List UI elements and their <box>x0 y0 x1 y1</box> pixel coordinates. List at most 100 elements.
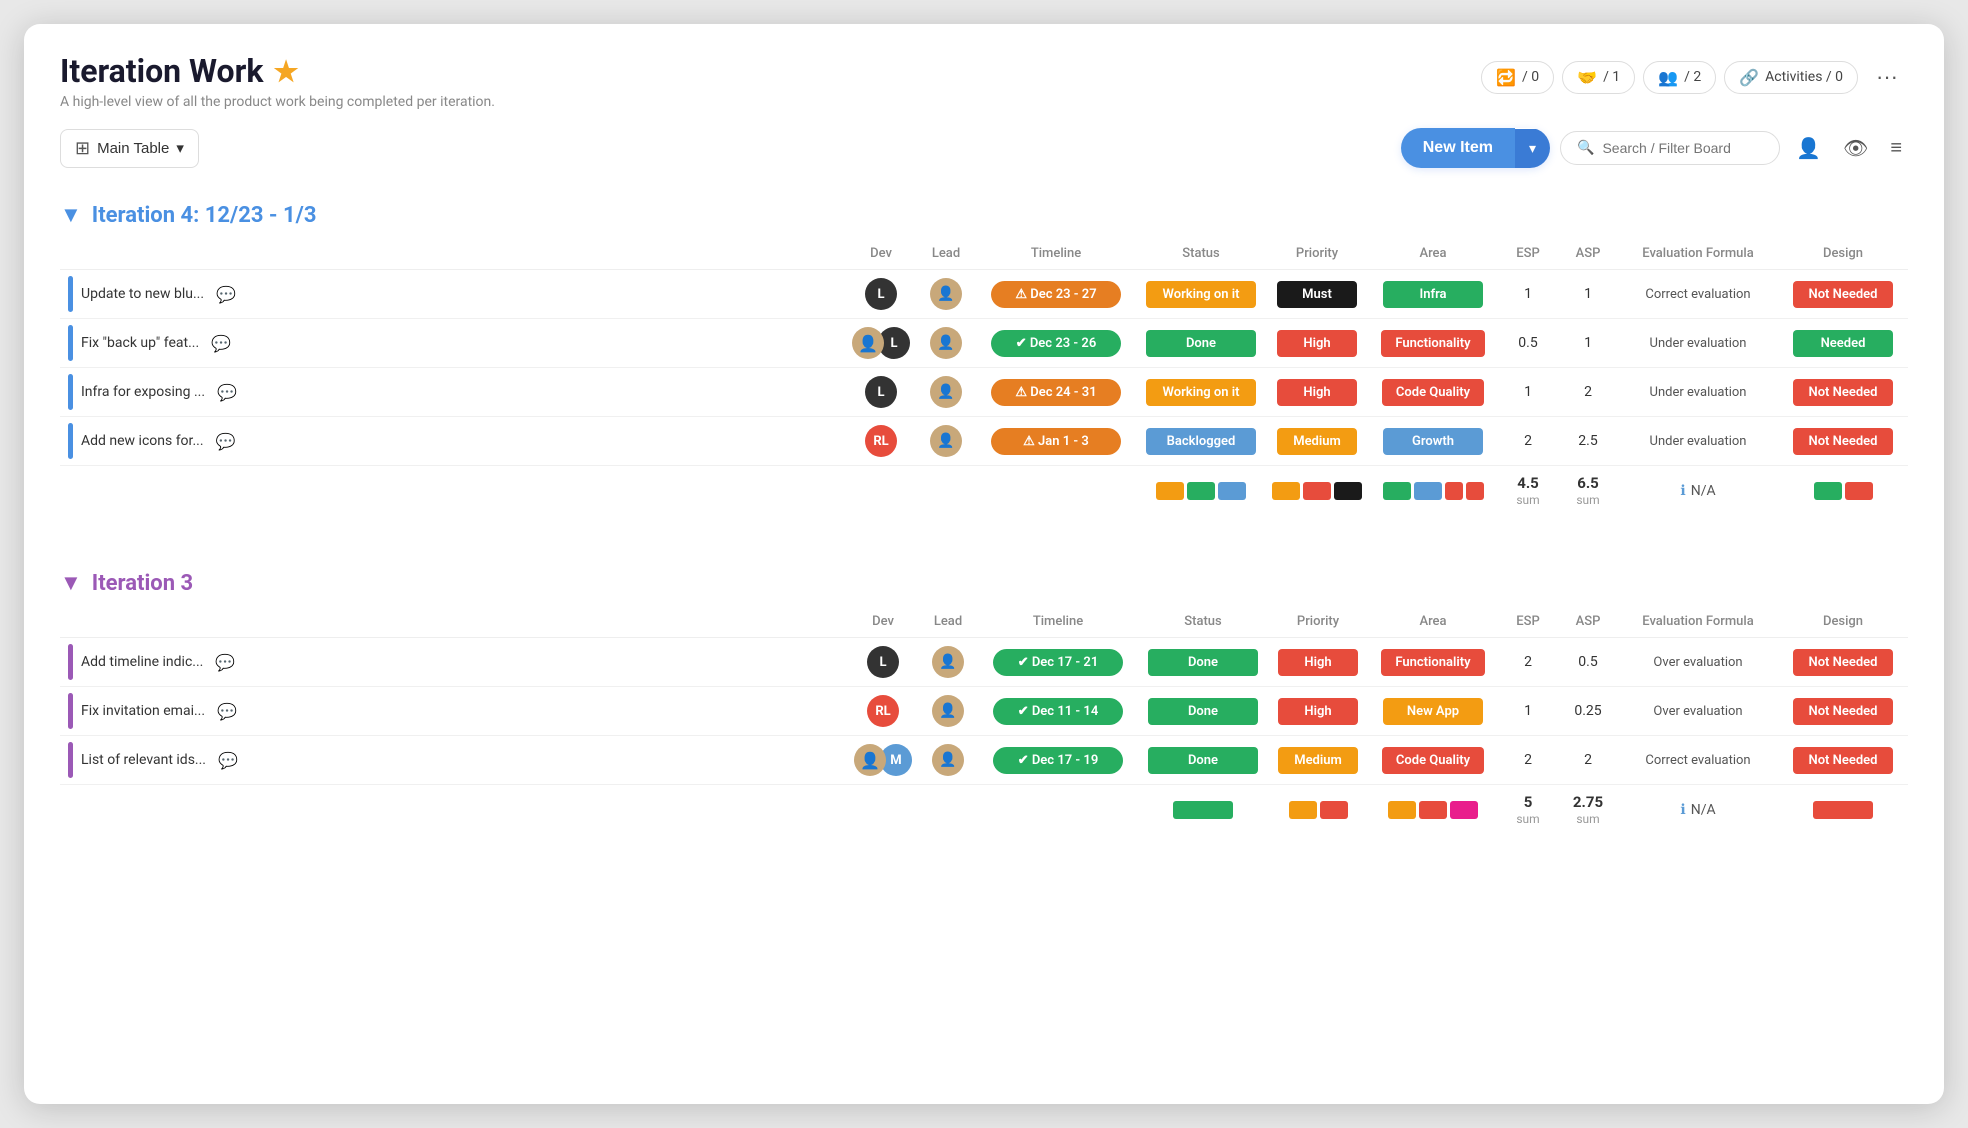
design-cell: Not Needed <box>1778 687 1908 736</box>
section-gap <box>60 516 1908 546</box>
status-pill: Done <box>1148 649 1258 676</box>
asp-sum-value: 2.75 <box>1564 793 1612 811</box>
design-pill: Not Needed <box>1793 649 1893 676</box>
col-header-asp: ASP <box>1558 606 1618 638</box>
priority-pill: Medium <box>1278 747 1358 774</box>
col-header-lead: Lead <box>918 606 978 638</box>
esp-sum-label: sum <box>1516 812 1539 826</box>
col-header-eval: Evaluation Formula <box>1618 238 1778 270</box>
avatar: 👤 <box>930 278 962 310</box>
dev-cell: RL <box>848 687 918 736</box>
members-badge[interactable]: 👥 / 2 <box>1643 61 1716 94</box>
sum-name <box>60 785 848 836</box>
new-item-dropdown-button[interactable]: ▾ <box>1515 129 1550 168</box>
color-block <box>1814 482 1842 500</box>
new-item-button-group: New Item ▾ <box>1401 128 1550 168</box>
row-name-text: Update to new blu... <box>81 286 204 302</box>
priority-pill: High <box>1277 330 1357 357</box>
lead-cell: 👤 <box>916 368 976 417</box>
search-box[interactable]: 🔍 <box>1560 131 1780 165</box>
col-header-eval: Evaluation Formula <box>1618 606 1778 638</box>
asp-cell: 1 <box>1558 270 1618 319</box>
sum-asp: 2.75 sum <box>1558 785 1618 836</box>
row-name-text: Infra for exposing ... <box>81 384 205 400</box>
col-header-priority: Priority <box>1266 238 1368 270</box>
comment-icon[interactable]: 💬 <box>216 432 236 451</box>
na-label: N/A <box>1691 483 1716 499</box>
col-header-esp: ESP <box>1498 606 1558 638</box>
priority-pill: Must <box>1277 281 1357 308</box>
new-item-button[interactable]: New Item <box>1401 128 1515 168</box>
iteration-3-header-row: Dev Lead Timeline Status Priority Area E… <box>60 606 1908 638</box>
search-icon: 🔍 <box>1577 140 1594 156</box>
sum-timeline <box>976 466 1136 517</box>
esp-cell: 2 <box>1498 736 1558 785</box>
integrations-count: / 1 <box>1603 69 1620 85</box>
design-pill: Not Needed <box>1793 281 1893 308</box>
row-name-text: Add timeline indic... <box>81 654 203 670</box>
row-bar <box>68 742 73 778</box>
sum-eval: ℹ N/A <box>1618 785 1778 836</box>
color-block <box>1156 482 1184 500</box>
color-block <box>1813 801 1873 819</box>
design-cell: Not Needed <box>1778 270 1908 319</box>
design-pill: Not Needed <box>1793 379 1893 406</box>
user-icon-button[interactable]: 👤 <box>1790 130 1827 167</box>
comment-icon[interactable]: 💬 <box>217 383 237 402</box>
page-title: Iteration Work <box>60 52 263 90</box>
area-cell: Code Quality <box>1368 368 1498 417</box>
avatar: RL <box>867 695 899 727</box>
color-block <box>1414 482 1442 500</box>
members-count: / 2 <box>1684 69 1701 85</box>
lead-cell: 👤 <box>918 687 978 736</box>
design-cell: Needed <box>1778 319 1908 368</box>
esp-sum-label: sum <box>1516 493 1539 507</box>
integrations-badge[interactable]: 🤝 / 1 <box>1562 61 1635 94</box>
table-row: Fix "back up" feat... 💬 👤 L <box>60 319 1908 368</box>
more-options-button[interactable]: ··· <box>1866 58 1908 96</box>
star-icon[interactable]: ★ <box>273 55 298 88</box>
page-title-row: Iteration Work ★ <box>60 52 495 90</box>
collapse-icon-3[interactable]: ▼ <box>60 570 82 596</box>
search-input[interactable] <box>1602 140 1763 156</box>
avatar: 👤 <box>930 425 962 457</box>
timeline-cell: ✔ Dec 17 - 19 <box>978 736 1138 785</box>
color-block <box>1450 801 1478 819</box>
comment-icon[interactable]: 💬 <box>215 653 235 672</box>
comment-icon[interactable]: 💬 <box>216 285 236 304</box>
sum-eval: ℹ N/A <box>1618 466 1778 517</box>
table-row: Add timeline indic... 💬 L 👤 <box>60 638 1908 687</box>
asp-sum-label: sum <box>1576 493 1599 507</box>
comment-icon[interactable]: 💬 <box>217 702 237 721</box>
col-header-area: Area <box>1368 606 1498 638</box>
timeline-cell: ⚠ Dec 23 - 27 <box>976 270 1136 319</box>
sum-row-3: 5 sum 2.75 sum ℹ N/A <box>60 785 1908 836</box>
avatar: 👤 <box>932 646 964 678</box>
row-bar <box>68 276 73 312</box>
iteration-4-header-row: Dev Lead Timeline Status Priority Area E… <box>60 238 1908 270</box>
activities-badge[interactable]: 🔗 Activities / 0 <box>1724 61 1858 94</box>
iteration-3-header: ▼ Iteration 3 <box>60 570 1908 596</box>
row-bar <box>68 325 73 361</box>
main-table-button[interactable]: ⊞ Main Table ▾ <box>60 129 199 168</box>
asp-cell: 0.5 <box>1558 638 1618 687</box>
comments-badge[interactable]: 🔁 / 0 <box>1481 61 1554 94</box>
sum-status <box>1138 785 1268 836</box>
collapse-icon-4[interactable]: ▼ <box>60 202 82 228</box>
color-block <box>1289 801 1317 819</box>
sum-name <box>60 466 846 517</box>
area-pill: Functionality <box>1381 649 1484 676</box>
timeline-cell: ✔ Dec 11 - 14 <box>978 687 1138 736</box>
priority-cell: High <box>1268 687 1368 736</box>
dev-cell: L <box>846 270 916 319</box>
eye-icon-button[interactable]: 👁 <box>1837 130 1874 167</box>
comment-icon[interactable]: 💬 <box>218 751 238 770</box>
color-block <box>1419 801 1447 819</box>
color-block <box>1303 482 1331 500</box>
priority-pill: High <box>1278 649 1358 676</box>
filter-icon-button[interactable]: ≡ <box>1884 131 1908 166</box>
avatar: 👤 <box>930 327 962 359</box>
design-cell: Not Needed <box>1778 638 1908 687</box>
priority-pill: High <box>1277 379 1357 406</box>
comment-icon[interactable]: 💬 <box>211 334 231 353</box>
